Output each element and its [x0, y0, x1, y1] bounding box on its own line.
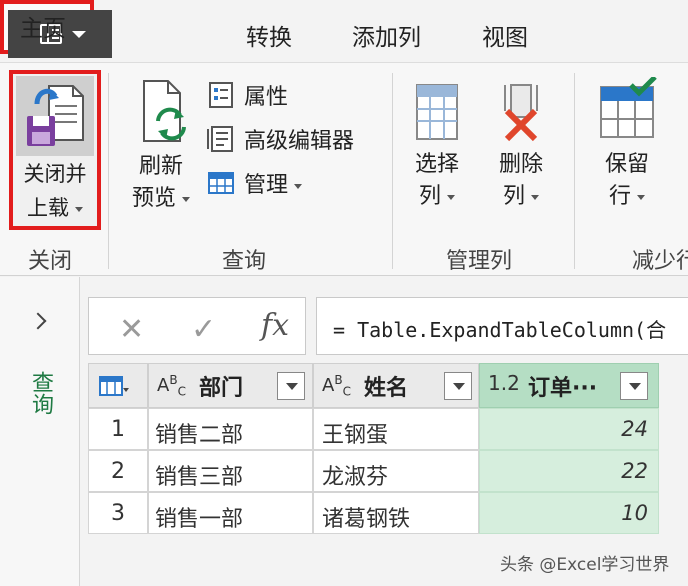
column-filter-dropdown[interactable]: [277, 372, 305, 400]
table-cell[interactable]: 10: [479, 492, 659, 534]
choose-columns-label-1: 选择: [414, 152, 459, 177]
tab-home-label: 主页: [20, 16, 66, 42]
queries-pane: 查询: [0, 277, 80, 586]
watermark: 头条 @Excel学习世界: [500, 555, 670, 575]
remove-columns-icon: [504, 84, 538, 142]
refresh-preview-button[interactable]: 刷新 预览: [122, 77, 200, 215]
table-cell[interactable]: 22: [479, 450, 659, 492]
table-cell[interactable]: 24: [479, 408, 659, 450]
group-divider: [392, 73, 393, 269]
dropdown-caret-icon: [75, 206, 83, 212]
group-divider: [108, 73, 109, 269]
table-cell[interactable]: 王钢蛋: [313, 408, 479, 450]
ribbon: 关闭并 上载 关闭 刷新 预览 属性 高级编辑器 管理 查询 选择 列 删除 列…: [0, 62, 688, 276]
remove-columns-label-1: 删除: [498, 152, 543, 177]
tab-transform[interactable]: 转换: [246, 18, 292, 52]
table-cell[interactable]: 龙淑芬: [313, 450, 479, 492]
manage-label: 管理: [244, 167, 303, 199]
cancel-icon[interactable]: ✕: [119, 312, 144, 347]
queries-pane-label[interactable]: 查询: [26, 371, 56, 415]
column-name-name: 姓名: [364, 376, 409, 401]
choose-columns-button[interactable]: 选择 列: [404, 81, 470, 213]
close-and-load-label-2: 上载: [13, 192, 97, 222]
refresh-label-2: 预览: [122, 183, 200, 215]
advanced-editor-label: 高级编辑器: [244, 129, 355, 154]
keep-rows-label-1: 保留: [604, 152, 649, 177]
column-header-orders[interactable]: 1.2 订单···: [479, 363, 659, 408]
group-label-reduce-rows: 减少行: [632, 249, 688, 274]
decimal-type-icon: 1.2: [488, 371, 520, 395]
remove-columns-button[interactable]: 删除 列: [488, 81, 554, 213]
formula-buttons: ✕ ✓ fx: [88, 297, 306, 355]
expand-chevron-icon[interactable]: [29, 312, 47, 330]
table-cell[interactable]: 销售三部: [148, 450, 313, 492]
row-index: 3: [88, 492, 148, 534]
chevron-down-icon: [72, 31, 86, 38]
column-name-orders: 订单···: [528, 376, 598, 401]
refresh-icon: [143, 80, 186, 142]
text-type-icon: ABC: [157, 373, 186, 399]
choose-columns-label-2: 列: [404, 181, 470, 213]
dropdown-caret-icon: [531, 194, 539, 200]
dropdown-caret-icon: [637, 194, 645, 200]
ribbon-tab-bar: 主页 转换 添加列 视图: [0, 0, 688, 62]
table-menu-button[interactable]: [88, 363, 148, 408]
properties-icon: [209, 82, 233, 108]
refresh-label-1: 刷新: [138, 154, 183, 179]
choose-columns-icon: [416, 84, 458, 140]
row-index: 2: [88, 450, 148, 492]
dropdown-caret-icon: [294, 183, 303, 189]
properties-label: 属性: [244, 85, 289, 110]
dropdown-caret-icon: [447, 194, 455, 200]
close-and-load-label-1: 关闭并: [23, 162, 87, 186]
text-type-icon: ABC: [322, 373, 351, 399]
table-manage-icon: [208, 172, 234, 194]
formula-text: = Table.ExpandTableColumn(合: [333, 318, 667, 342]
close-and-load-icon: [27, 85, 84, 146]
table-cell[interactable]: 诸葛钢铁: [313, 492, 479, 534]
group-label-query: 查询: [222, 249, 267, 274]
row-index: 1: [88, 408, 148, 450]
table-icon: [99, 376, 129, 396]
column-header-dept[interactable]: ABC 部门: [148, 363, 313, 408]
column-filter-dropdown[interactable]: [620, 372, 648, 400]
group-label-close: 关闭: [28, 249, 73, 274]
keep-rows-icon: [600, 75, 657, 138]
column-filter-dropdown[interactable]: [444, 372, 472, 400]
tab-add-column[interactable]: 添加列: [352, 18, 421, 52]
fx-icon[interactable]: fx: [261, 308, 289, 343]
column-name-dept: 部门: [199, 376, 244, 401]
formula-bar: ✕ ✓ fx = Table.ExpandTableColumn(合: [88, 297, 688, 355]
table-cell[interactable]: 销售一部: [148, 492, 313, 534]
column-header-name[interactable]: ABC 姓名: [313, 363, 479, 408]
formula-input[interactable]: = Table.ExpandTableColumn(合: [316, 297, 688, 355]
remove-columns-label-2: 列: [488, 181, 554, 213]
confirm-icon[interactable]: ✓: [191, 312, 216, 347]
table-cell[interactable]: 销售二部: [148, 408, 313, 450]
group-divider: [574, 73, 575, 269]
group-label-manage-columns: 管理列: [446, 249, 513, 274]
keep-rows-button[interactable]: 保留 行: [594, 75, 660, 213]
keep-rows-label-2: 行: [594, 181, 660, 213]
dropdown-caret-icon: [182, 196, 190, 202]
tab-view[interactable]: 视图: [482, 18, 528, 52]
advanced-editor-icon: [207, 126, 233, 152]
close-and-load-button[interactable]: 关闭并 上载: [9, 70, 101, 230]
